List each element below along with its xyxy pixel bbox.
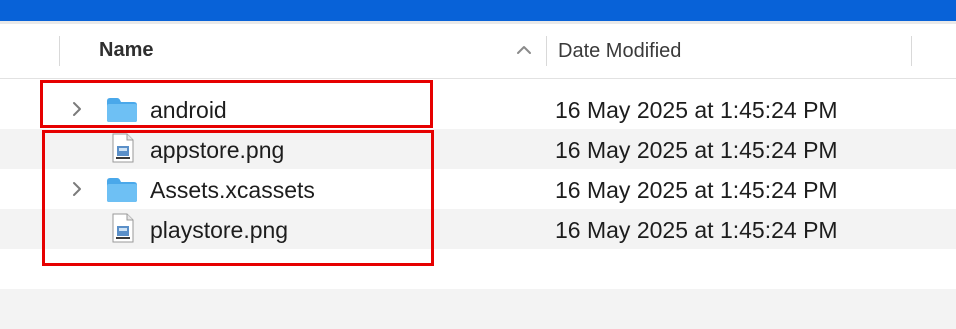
date-modified: 16 May 2025 at 1:45:24 PM <box>555 97 838 123</box>
file-row-appstore[interactable]: appstore.png 16 May 2025 at 1:45:24 PM <box>0 129 956 169</box>
chevron-right-icon[interactable] <box>70 99 84 119</box>
date-modified: 16 May 2025 at 1:45:24 PM <box>555 137 838 163</box>
column-divider[interactable] <box>59 36 60 66</box>
column-divider[interactable] <box>546 36 547 66</box>
date-modified-column-header[interactable]: Date Modified <box>558 40 681 63</box>
column-divider[interactable] <box>911 36 912 66</box>
empty-row <box>0 249 956 289</box>
name-column-header[interactable]: Name <box>99 39 153 62</box>
file-row-assets-xcassets[interactable]: Assets.xcassets 16 May 2025 at 1:45:24 P… <box>0 169 956 209</box>
png-file-icon <box>112 213 134 243</box>
file-name[interactable]: Assets.xcassets <box>150 177 315 204</box>
column-header-bar: Name Date Modified <box>0 24 956 79</box>
date-modified: 16 May 2025 at 1:45:24 PM <box>555 217 838 243</box>
file-row-playstore[interactable]: playstore.png 16 May 2025 at 1:45:24 PM <box>0 209 956 249</box>
chevron-right-icon[interactable] <box>70 179 84 199</box>
date-modified: 16 May 2025 at 1:45:24 PM <box>555 177 838 203</box>
png-file-icon <box>112 133 134 163</box>
sort-up-icon[interactable] <box>514 42 534 58</box>
folder-icon <box>107 178 137 202</box>
window-title-bar <box>0 0 956 21</box>
file-name[interactable]: appstore.png <box>150 137 284 164</box>
file-row-android[interactable]: android 16 May 2025 at 1:45:24 PM <box>0 89 956 129</box>
empty-row <box>0 289 956 329</box>
file-name[interactable]: playstore.png <box>150 217 288 244</box>
file-name[interactable]: android <box>150 97 227 124</box>
folder-icon <box>107 98 137 122</box>
